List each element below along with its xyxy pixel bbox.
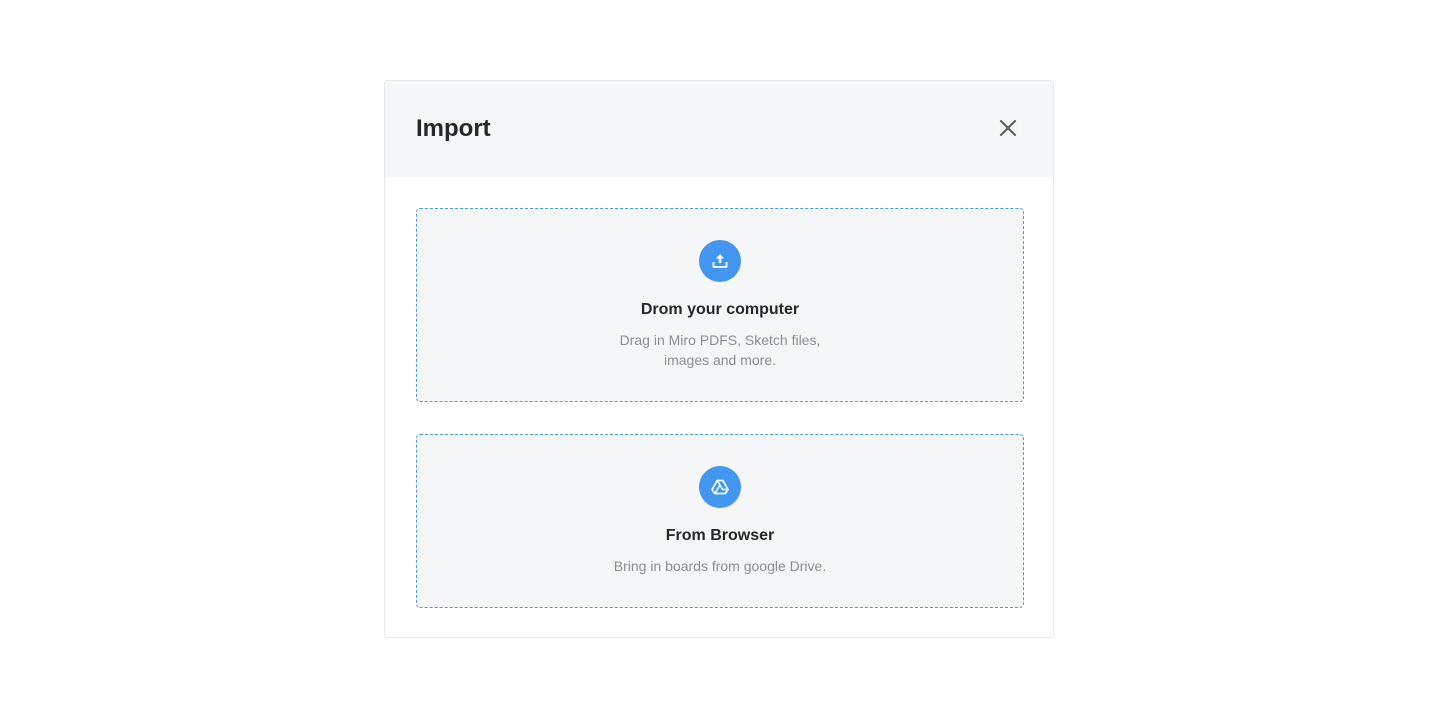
import-from-browser-dropzone[interactable]: From Browser Bring in boards from google… [416, 434, 1024, 608]
google-drive-icon [699, 466, 741, 508]
modal-title: Import [416, 115, 491, 142]
modal-header: Import [385, 81, 1053, 177]
computer-desc-line-2: images and more. [663, 352, 777, 368]
close-icon [999, 119, 1017, 137]
upload-icon [699, 240, 741, 282]
computer-desc-line-1: Drag in Miro PDFS, Sketch files, [619, 332, 821, 348]
computer-option-description: Drag in Miro PDFS, Sketch files, images … [417, 330, 1023, 370]
browser-desc-line-1: Bring in boards from google Drive. [613, 558, 827, 574]
import-from-computer-dropzone[interactable]: Drom your computer Drag in Miro PDFS, Sk… [416, 208, 1024, 402]
browser-option-title: From Browser [665, 527, 775, 544]
close-button[interactable] [991, 111, 1025, 145]
computer-option-title: Drom your computer [640, 301, 800, 318]
browser-option-description: Bring in boards from google Drive. [417, 556, 1023, 576]
import-modal: Import Drom your computer Drag in Miro P… [384, 80, 1054, 638]
